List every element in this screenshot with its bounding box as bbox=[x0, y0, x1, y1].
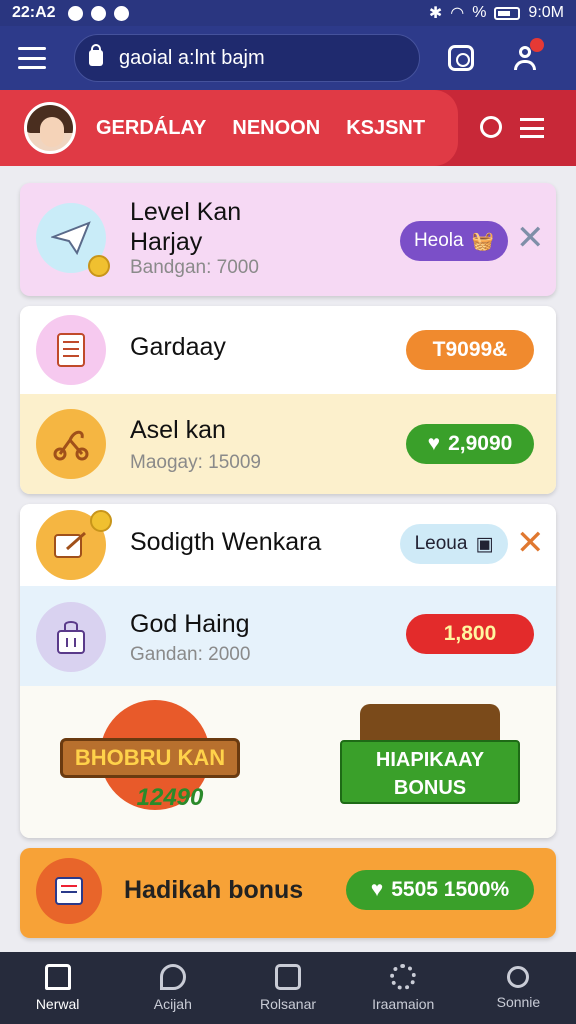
right-ribbon: HIAPIKAAY BONUS bbox=[340, 740, 520, 804]
basket-icon: 🧺 bbox=[471, 230, 495, 251]
nav-item-profile[interactable]: Sonnie bbox=[461, 952, 576, 1024]
notification-icon bbox=[67, 5, 83, 21]
box-icon: ▣ bbox=[475, 533, 494, 555]
sodigth-row[interactable]: Sodigth Wenkara Leoua ▣ ✕ bbox=[20, 504, 556, 586]
edit-icon bbox=[275, 964, 301, 990]
group-card-1: Gardaay T9099& Asel kan Maogay: 15009 ♥ … bbox=[20, 306, 556, 494]
close-icon[interactable]: ✕ bbox=[516, 526, 545, 560]
status-right: ✱ ◠ % 9:0M bbox=[429, 3, 564, 23]
group-card-2: Sodigth Wenkara Leoua ▣ ✕ God Haing Gand… bbox=[20, 504, 556, 838]
promo-banner[interactable]: BHOBRU KAN 12490 HIAPIKAAY BONUS bbox=[20, 686, 556, 838]
sodigth-title: Sodigth Wenkara bbox=[130, 528, 322, 556]
right-ribbon-line1: HIAPIKAAY bbox=[375, 749, 485, 771]
status-right-time: 9:0M bbox=[528, 4, 564, 21]
nav-label: Rolsanar bbox=[259, 996, 317, 1012]
left-number: 12490 bbox=[136, 784, 204, 811]
battery-icon bbox=[494, 6, 521, 20]
gardaay-button[interactable]: T9099& bbox=[406, 330, 534, 370]
sodigth-button[interactable]: Leoua ▣ bbox=[400, 524, 508, 564]
crown-icon[interactable] bbox=[480, 116, 502, 138]
level-sub: Bandgan: 7000 bbox=[130, 257, 259, 278]
nav-item-settings[interactable]: Iraamaion bbox=[346, 952, 461, 1024]
level-title-line1: Level Kan bbox=[130, 198, 242, 226]
status-time: 22:A2 bbox=[12, 4, 56, 21]
notification-icons bbox=[67, 5, 129, 21]
asel-button-label: 2,9090 bbox=[448, 432, 513, 455]
nav-item-edit[interactable]: Rolsanar bbox=[230, 952, 345, 1024]
heart-icon: ♥ bbox=[370, 878, 384, 901]
asel-button[interactable]: ♥ 2,9090 bbox=[406, 424, 534, 464]
nav-label: Iraamaion bbox=[372, 996, 435, 1012]
notification-icon bbox=[113, 5, 129, 21]
tab-3[interactable]: KSJSNT bbox=[346, 117, 425, 140]
wifi-icon: ◠ bbox=[450, 5, 465, 22]
chat-icon bbox=[159, 964, 186, 990]
lock-icon bbox=[89, 44, 103, 66]
heart-icon: ♥ bbox=[427, 432, 441, 455]
bag-icon bbox=[36, 602, 106, 672]
nav-item-chat[interactable]: Acijah bbox=[115, 952, 230, 1024]
header-bar: GERDÁLAY NENOON KSJSNT bbox=[0, 90, 576, 166]
header-tabs: GERDÁLAY NENOON KSJSNT bbox=[96, 117, 425, 140]
nav-label: Acijah bbox=[153, 996, 192, 1012]
nav-label: Sonnie bbox=[496, 994, 541, 1010]
home-icon bbox=[44, 964, 71, 990]
menu-icon[interactable] bbox=[18, 47, 46, 69]
nav-item-home[interactable]: Nerwal bbox=[0, 952, 115, 1024]
right-ribbon-line2: BONUS bbox=[393, 777, 467, 799]
bonus-card[interactable]: Hadikah bonus ♥ 5505 1500% bbox=[20, 848, 556, 938]
bluetooth-icon: ✱ bbox=[428, 5, 443, 22]
notification-dot bbox=[530, 38, 544, 52]
search-text: gaoial a:lnt bajm bbox=[119, 46, 265, 69]
close-icon[interactable]: ✕ bbox=[516, 221, 545, 255]
status-bar: 22:A2 ✱ ◠ % 9:0M bbox=[0, 0, 576, 26]
level-button[interactable]: Heola 🧺 bbox=[400, 221, 508, 261]
signal-text: % bbox=[472, 4, 487, 21]
right-promo[interactable]: HIAPIKAAY BONUS bbox=[320, 696, 540, 826]
bottom-nav: Nerwal Acijah Rolsanar Iraamaion Sonnie bbox=[0, 952, 576, 1024]
god-row[interactable]: God Haing Gandan: 2000 1,800 bbox=[20, 586, 556, 686]
level-title-line2: Harjay bbox=[130, 228, 203, 256]
god-button-label: 1,800 bbox=[443, 622, 497, 645]
bonus-button[interactable]: ♥ 5505 1500% bbox=[346, 870, 534, 910]
god-title: God Haing bbox=[130, 610, 250, 638]
instagram-icon[interactable] bbox=[448, 45, 474, 71]
tab-1[interactable]: GERDÁLAY bbox=[96, 117, 206, 140]
level-card[interactable]: Level Kan Harjay Bandgan: 7000 Heola 🧺 ✕ bbox=[20, 183, 556, 296]
asel-title: Asel kan bbox=[130, 416, 226, 444]
bonus-title: Hadikah bonus bbox=[124, 876, 304, 904]
profile-icon[interactable] bbox=[512, 38, 544, 72]
left-promo[interactable]: BHOBRU KAN 12490 bbox=[30, 700, 270, 820]
person-icon bbox=[507, 966, 530, 988]
bonus-button-label: 5505 1500% bbox=[391, 878, 510, 901]
god-button[interactable]: 1,800 bbox=[406, 614, 534, 654]
left-ribbon: BHOBRU KAN bbox=[60, 738, 240, 778]
level-title: Level Kan Harjay bbox=[130, 197, 241, 257]
sodigth-button-label: Leoua bbox=[414, 533, 468, 554]
coin-icon bbox=[88, 255, 110, 277]
notification-icon bbox=[90, 5, 106, 21]
asel-row[interactable]: Asel kan Maogay: 15009 ♥ 2,9090 bbox=[20, 394, 556, 494]
search-bar[interactable]: gaoial a:lnt bajm bbox=[74, 34, 420, 82]
gardaay-button-label: T9099& bbox=[432, 338, 508, 361]
level-button-label: Heola bbox=[413, 230, 464, 251]
god-sub: Gandan: 2000 bbox=[130, 644, 251, 665]
nav-label: Nerwal bbox=[35, 996, 80, 1012]
gardaay-row[interactable]: Gardaay T9099& bbox=[20, 306, 556, 394]
scooter-icon bbox=[36, 409, 106, 479]
coin-icon bbox=[90, 510, 112, 532]
tab-2[interactable]: NENOON bbox=[232, 117, 320, 140]
list-menu-icon[interactable] bbox=[520, 118, 544, 138]
cart-icon bbox=[36, 858, 102, 924]
asel-sub: Maogay: 15009 bbox=[130, 452, 261, 473]
avatar[interactable] bbox=[24, 102, 76, 154]
settings-icon bbox=[390, 964, 417, 990]
app-bar: gaoial a:lnt bajm bbox=[0, 26, 576, 90]
notebook-icon bbox=[36, 315, 106, 385]
gardaay-title: Gardaay bbox=[130, 333, 226, 361]
